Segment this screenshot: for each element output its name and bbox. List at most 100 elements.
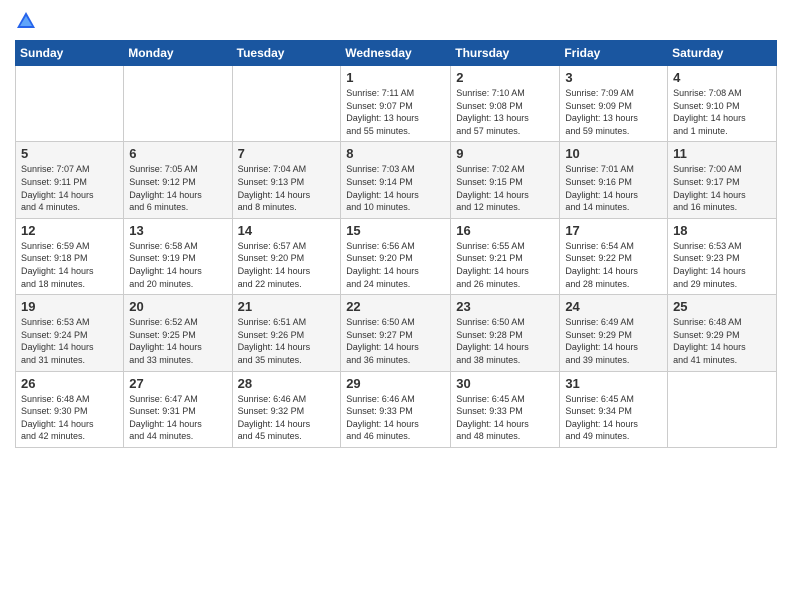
day-number: 14 [238,223,336,238]
day-number: 4 [673,70,771,85]
calendar-cell: 6Sunrise: 7:05 AM Sunset: 9:12 PM Daylig… [124,142,232,218]
calendar-week-5: 26 Sunrise: 6:48 AM Sunset: 9:30 PM Dayli… [16,371,777,447]
day-number: 11 [673,146,771,161]
calendar-header-tuesday: Tuesday [232,41,341,66]
calendar-week-2: 5 Sunrise: 7:07 AM Sunset: 9:11 PM Daylig… [16,142,777,218]
calendar-cell: 18 Sunrise: 6:53 AM Sunset: 9:23 PM Dayli… [668,218,777,294]
day-number: 25 [673,299,771,314]
calendar-cell: 25 Sunrise: 6:48 AM Sunset: 9:29 PM Dayli… [668,295,777,371]
calendar-header-friday: Friday [560,41,668,66]
calendar-header-wednesday: Wednesday [341,41,451,66]
calendar-cell: 24Sunrise: 6:49 AM Sunset: 9:29 PM Dayli… [560,295,668,371]
calendar: SundayMondayTuesdayWednesdayThursdayFrid… [15,40,777,448]
calendar-cell: 22Sunrise: 6:50 AM Sunset: 9:27 PM Dayli… [341,295,451,371]
calendar-cell: 17 Sunrise: 6:54 AM Sunset: 9:22 PM Dayli… [560,218,668,294]
day-info: Sunrise: 7:05 AM Sunset: 9:12 PM Dayligh… [129,163,226,213]
calendar-cell: 21 Sunrise: 6:51 AM Sunset: 9:26 PM Dayli… [232,295,341,371]
day-info: Sunrise: 6:48 AM Sunset: 9:30 PM Dayligh… [21,393,118,443]
calendar-cell: 30 Sunrise: 6:45 AM Sunset: 9:33 PM Dayli… [451,371,560,447]
day-info: Sunrise: 7:04 AM Sunset: 9:13 PM Dayligh… [238,163,336,213]
day-info: Sunrise: 7:11 AM Sunset: 9:07 PM Dayligh… [346,87,445,137]
calendar-cell [232,66,341,142]
day-number: 28 [238,376,336,391]
header [15,10,777,32]
day-number: 16 [456,223,554,238]
day-number: 26 [21,376,118,391]
day-number: 24 [565,299,662,314]
day-info: Sunrise: 6:54 AM Sunset: 9:22 PM Dayligh… [565,240,662,290]
calendar-cell: 27 Sunrise: 6:47 AM Sunset: 9:31 PM Dayli… [124,371,232,447]
calendar-header-sunday: Sunday [16,41,124,66]
calendar-cell: 29Sunrise: 6:46 AM Sunset: 9:33 PM Dayli… [341,371,451,447]
day-info: Sunrise: 6:52 AM Sunset: 9:25 PM Dayligh… [129,316,226,366]
day-info: Sunrise: 6:47 AM Sunset: 9:31 PM Dayligh… [129,393,226,443]
day-number: 5 [21,146,118,161]
day-number: 15 [346,223,445,238]
calendar-cell: 4 Sunrise: 7:08 AM Sunset: 9:10 PM Daylig… [668,66,777,142]
day-number: 13 [129,223,226,238]
day-number: 27 [129,376,226,391]
calendar-cell: 10Sunrise: 7:01 AM Sunset: 9:16 PM Dayli… [560,142,668,218]
day-number: 21 [238,299,336,314]
day-info: Sunrise: 7:09 AM Sunset: 9:09 PM Dayligh… [565,87,662,137]
day-info: Sunrise: 7:00 AM Sunset: 9:17 PM Dayligh… [673,163,771,213]
calendar-cell: 8Sunrise: 7:03 AM Sunset: 9:14 PM Daylig… [341,142,451,218]
day-number: 7 [238,146,336,161]
day-number: 17 [565,223,662,238]
day-number: 18 [673,223,771,238]
day-info: Sunrise: 6:45 AM Sunset: 9:33 PM Dayligh… [456,393,554,443]
calendar-cell [124,66,232,142]
day-number: 1 [346,70,445,85]
calendar-cell: 13Sunrise: 6:58 AM Sunset: 9:19 PM Dayli… [124,218,232,294]
day-info: Sunrise: 6:46 AM Sunset: 9:33 PM Dayligh… [346,393,445,443]
calendar-cell [16,66,124,142]
calendar-cell: 16 Sunrise: 6:55 AM Sunset: 9:21 PM Dayli… [451,218,560,294]
calendar-cell: 7 Sunrise: 7:04 AM Sunset: 9:13 PM Daylig… [232,142,341,218]
calendar-cell: 26 Sunrise: 6:48 AM Sunset: 9:30 PM Dayli… [16,371,124,447]
calendar-cell: 20 Sunrise: 6:52 AM Sunset: 9:25 PM Dayli… [124,295,232,371]
day-info: Sunrise: 6:48 AM Sunset: 9:29 PM Dayligh… [673,316,771,366]
day-info: Sunrise: 7:10 AM Sunset: 9:08 PM Dayligh… [456,87,554,137]
day-info: Sunrise: 6:59 AM Sunset: 9:18 PM Dayligh… [21,240,118,290]
day-number: 31 [565,376,662,391]
day-number: 2 [456,70,554,85]
day-number: 20 [129,299,226,314]
day-info: Sunrise: 7:07 AM Sunset: 9:11 PM Dayligh… [21,163,118,213]
day-number: 12 [21,223,118,238]
day-info: Sunrise: 6:53 AM Sunset: 9:23 PM Dayligh… [673,240,771,290]
day-info: Sunrise: 6:51 AM Sunset: 9:26 PM Dayligh… [238,316,336,366]
calendar-cell: 9Sunrise: 7:02 AM Sunset: 9:15 PM Daylig… [451,142,560,218]
calendar-cell [668,371,777,447]
day-info: Sunrise: 6:55 AM Sunset: 9:21 PM Dayligh… [456,240,554,290]
calendar-cell: 11 Sunrise: 7:00 AM Sunset: 9:17 PM Dayli… [668,142,777,218]
day-info: Sunrise: 6:45 AM Sunset: 9:34 PM Dayligh… [565,393,662,443]
day-info: Sunrise: 7:08 AM Sunset: 9:10 PM Dayligh… [673,87,771,137]
day-info: Sunrise: 6:53 AM Sunset: 9:24 PM Dayligh… [21,316,118,366]
page: SundayMondayTuesdayWednesdayThursdayFrid… [0,0,792,612]
calendar-cell: 3Sunrise: 7:09 AM Sunset: 9:09 PM Daylig… [560,66,668,142]
day-number: 22 [346,299,445,314]
day-info: Sunrise: 6:56 AM Sunset: 9:20 PM Dayligh… [346,240,445,290]
calendar-header-row: SundayMondayTuesdayWednesdayThursdayFrid… [16,41,777,66]
calendar-cell: 2 Sunrise: 7:10 AM Sunset: 9:08 PM Daylig… [451,66,560,142]
day-info: Sunrise: 6:50 AM Sunset: 9:28 PM Dayligh… [456,316,554,366]
calendar-cell: 1 Sunrise: 7:11 AM Sunset: 9:07 PM Daylig… [341,66,451,142]
day-info: Sunrise: 6:46 AM Sunset: 9:32 PM Dayligh… [238,393,336,443]
calendar-week-3: 12 Sunrise: 6:59 AM Sunset: 9:18 PM Dayli… [16,218,777,294]
calendar-cell: 15 Sunrise: 6:56 AM Sunset: 9:20 PM Dayli… [341,218,451,294]
day-info: Sunrise: 6:57 AM Sunset: 9:20 PM Dayligh… [238,240,336,290]
calendar-cell: 12 Sunrise: 6:59 AM Sunset: 9:18 PM Dayli… [16,218,124,294]
day-number: 10 [565,146,662,161]
calendar-header-monday: Monday [124,41,232,66]
calendar-cell: 28 Sunrise: 6:46 AM Sunset: 9:32 PM Dayli… [232,371,341,447]
calendar-header-saturday: Saturday [668,41,777,66]
calendar-header-thursday: Thursday [451,41,560,66]
day-number: 23 [456,299,554,314]
logo [15,10,41,32]
calendar-cell: 14 Sunrise: 6:57 AM Sunset: 9:20 PM Dayli… [232,218,341,294]
calendar-cell: 19Sunrise: 6:53 AM Sunset: 9:24 PM Dayli… [16,295,124,371]
day-number: 9 [456,146,554,161]
day-number: 30 [456,376,554,391]
logo-icon [15,10,37,32]
calendar-cell: 23 Sunrise: 6:50 AM Sunset: 9:28 PM Dayli… [451,295,560,371]
